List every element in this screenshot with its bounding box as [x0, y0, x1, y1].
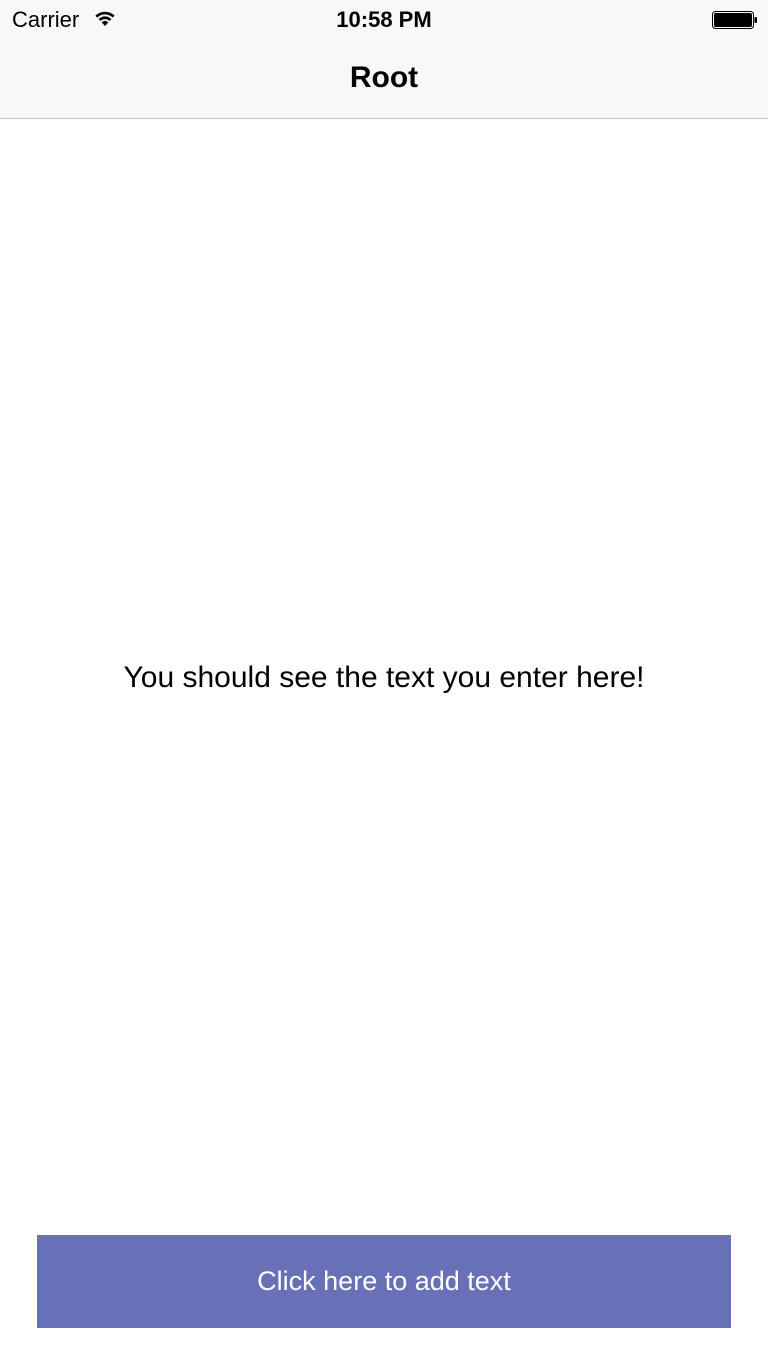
- add-text-button[interactable]: Click here to add text: [37, 1235, 731, 1328]
- status-bar: Carrier 10:58 PM: [0, 0, 768, 40]
- page-title: Root: [349, 61, 419, 94]
- battery-icon: [712, 11, 758, 29]
- navigation-bar: Root: [0, 40, 768, 119]
- entered-text-label: You should see the text you enter here!: [123, 661, 645, 694]
- status-time: 10:58 PM: [336, 7, 432, 32]
- app-screen: Carrier 10:58 PM Root You should see the…: [0, 0, 768, 1365]
